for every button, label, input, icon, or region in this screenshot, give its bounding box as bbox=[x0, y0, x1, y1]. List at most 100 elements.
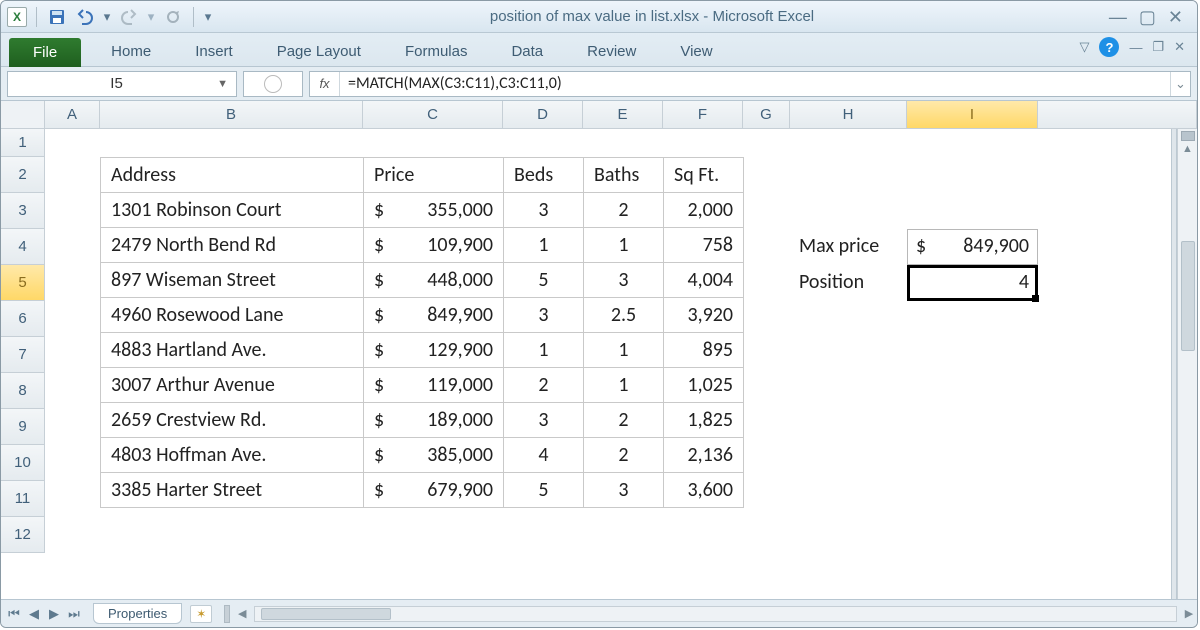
workbook-close-button[interactable]: ✕ bbox=[1174, 39, 1185, 55]
name-box[interactable]: I5 ▼ bbox=[7, 71, 237, 97]
name-box-dropdown-icon[interactable]: ▼ bbox=[217, 78, 228, 90]
cell-baths[interactable]: 1 bbox=[584, 333, 664, 368]
cell-baths[interactable]: 3 bbox=[584, 263, 664, 298]
formula-expand-icon[interactable]: ⌄ bbox=[1170, 72, 1190, 96]
cell-address[interactable]: 897 Wiseman Street bbox=[101, 263, 364, 298]
cell-baths[interactable]: 1 bbox=[584, 368, 664, 403]
cell-baths[interactable]: 3 bbox=[584, 473, 664, 508]
worksheet-grid[interactable]: ABCDEFGHI 123456789101112 Address Price … bbox=[1, 101, 1197, 599]
cell-address[interactable]: 3385 Harter Street bbox=[101, 473, 364, 508]
sheet-nav-last-icon[interactable]: ⏭ bbox=[65, 606, 83, 622]
close-button[interactable]: ✕ bbox=[1168, 7, 1183, 28]
col-header-E[interactable]: E bbox=[583, 101, 663, 129]
tab-page-layout[interactable]: Page Layout bbox=[255, 37, 383, 66]
row-header-5[interactable]: 5 bbox=[1, 265, 45, 301]
vertical-split-bar[interactable] bbox=[1171, 129, 1177, 599]
active-cell[interactable]: 4 bbox=[907, 265, 1038, 301]
cell-sqft[interactable]: 1,025 bbox=[664, 368, 744, 403]
undo-dropdown[interactable]: ▾ bbox=[102, 9, 112, 25]
cell-price[interactable]: $119,000 bbox=[364, 368, 504, 403]
cell-sqft[interactable]: 758 bbox=[664, 228, 744, 263]
hscroll-thumb[interactable] bbox=[261, 608, 391, 620]
undo-button[interactable] bbox=[74, 6, 96, 28]
repeat-button[interactable] bbox=[162, 6, 184, 28]
sheet-nav-prev-icon[interactable]: ◀ bbox=[25, 606, 43, 622]
tab-view[interactable]: View bbox=[658, 37, 734, 66]
cell-address[interactable]: 3007 Arthur Avenue bbox=[101, 368, 364, 403]
save-button[interactable] bbox=[46, 6, 68, 28]
cell-address[interactable]: 4960 Rosewood Lane bbox=[101, 298, 364, 333]
sheet-nav-buttons[interactable]: ⏮ ◀ ▶ ⏭ bbox=[1, 606, 87, 622]
cell-price[interactable]: $189,000 bbox=[364, 403, 504, 438]
tab-split-handle[interactable] bbox=[224, 605, 230, 623]
row-header-6[interactable]: 6 bbox=[1, 301, 45, 337]
row-header-7[interactable]: 7 bbox=[1, 337, 45, 373]
workbook-minimize-button[interactable]: — bbox=[1129, 40, 1142, 55]
row-header-12[interactable]: 12 bbox=[1, 517, 45, 553]
tab-home[interactable]: Home bbox=[89, 37, 173, 66]
row-header-2[interactable]: 2 bbox=[1, 157, 45, 193]
col-header-A[interactable]: A bbox=[45, 101, 100, 129]
workbook-restore-button[interactable]: ❐ bbox=[1152, 39, 1164, 55]
row-header-1[interactable]: 1 bbox=[1, 129, 45, 157]
cell-sqft[interactable]: 3,920 bbox=[664, 298, 744, 333]
cell-sqft[interactable]: 1,825 bbox=[664, 403, 744, 438]
sheet-nav-next-icon[interactable]: ▶ bbox=[45, 606, 63, 622]
cell-beds[interactable]: 5 bbox=[504, 263, 584, 298]
cell-baths[interactable]: 2 bbox=[584, 403, 664, 438]
row-header-4[interactable]: 4 bbox=[1, 229, 45, 265]
row-header-10[interactable]: 10 bbox=[1, 445, 45, 481]
cell-price[interactable]: $129,900 bbox=[364, 333, 504, 368]
split-handle-top[interactable] bbox=[1181, 131, 1195, 141]
cell-beds[interactable]: 3 bbox=[504, 193, 584, 228]
scroll-left-icon[interactable]: ◀ bbox=[234, 607, 250, 620]
cell-price[interactable]: $849,900 bbox=[364, 298, 504, 333]
scroll-up-icon[interactable]: ▲ bbox=[1182, 143, 1193, 161]
maximize-button[interactable]: ▢ bbox=[1139, 7, 1156, 28]
insert-function-icon[interactable] bbox=[264, 75, 282, 93]
cell-sqft[interactable]: 2,000 bbox=[664, 193, 744, 228]
cell-price[interactable]: $109,900 bbox=[364, 228, 504, 263]
cell-address[interactable]: 2659 Crestview Rd. bbox=[101, 403, 364, 438]
vertical-scrollbar[interactable]: ▲ bbox=[1177, 129, 1197, 599]
ribbon-minimize-icon[interactable]: ▽ bbox=[1079, 39, 1089, 55]
cell-beds[interactable]: 3 bbox=[504, 298, 584, 333]
new-sheet-button[interactable]: ✶ bbox=[190, 605, 212, 623]
cell-price[interactable]: $448,000 bbox=[364, 263, 504, 298]
cell-address[interactable]: 1301 Robinson Court bbox=[101, 193, 364, 228]
row-header-3[interactable]: 3 bbox=[1, 193, 45, 229]
col-header-B[interactable]: B bbox=[100, 101, 363, 129]
qat-customize-dropdown[interactable]: ▾ bbox=[203, 9, 213, 25]
col-header-I[interactable]: I bbox=[907, 101, 1038, 129]
redo-button[interactable] bbox=[118, 6, 140, 28]
col-header-D[interactable]: D bbox=[503, 101, 583, 129]
cell-sqft[interactable]: 3,600 bbox=[664, 473, 744, 508]
cell-baths[interactable]: 2 bbox=[584, 438, 664, 473]
cell-sqft[interactable]: 2,136 bbox=[664, 438, 744, 473]
cell-sqft[interactable]: 4,004 bbox=[664, 263, 744, 298]
col-header-C[interactable]: C bbox=[363, 101, 503, 129]
cell-beds[interactable]: 4 bbox=[504, 438, 584, 473]
tab-review[interactable]: Review bbox=[565, 37, 658, 66]
formula-input[interactable]: =MATCH(MAX(C3:C11),C3:C11,0) bbox=[340, 74, 1170, 93]
cell-beds[interactable]: 1 bbox=[504, 333, 584, 368]
row-header-11[interactable]: 11 bbox=[1, 481, 45, 517]
row-header-9[interactable]: 9 bbox=[1, 409, 45, 445]
cell-baths[interactable]: 2 bbox=[584, 193, 664, 228]
row-header-8[interactable]: 8 bbox=[1, 373, 45, 409]
cell-price[interactable]: $385,000 bbox=[364, 438, 504, 473]
cell-beds[interactable]: 5 bbox=[504, 473, 584, 508]
cell-address[interactable]: 2479 North Bend Rd bbox=[101, 228, 364, 263]
sheet-tab-properties[interactable]: Properties bbox=[93, 603, 182, 624]
scroll-right-icon[interactable]: ▶ bbox=[1181, 607, 1197, 620]
redo-dropdown[interactable]: ▾ bbox=[146, 9, 156, 25]
cell-address[interactable]: 4803 Hoffman Ave. bbox=[101, 438, 364, 473]
sheet-nav-first-icon[interactable]: ⏮ bbox=[5, 606, 23, 622]
col-header-F[interactable]: F bbox=[663, 101, 743, 129]
cells-area[interactable]: Address Price Beds Baths Sq Ft. 1301 Rob… bbox=[45, 129, 1197, 599]
col-header-G[interactable]: G bbox=[743, 101, 790, 129]
cell-price[interactable]: $355,000 bbox=[364, 193, 504, 228]
minimize-button[interactable]: — bbox=[1109, 7, 1127, 28]
scroll-thumb[interactable] bbox=[1181, 241, 1195, 351]
cell-price[interactable]: $679,900 bbox=[364, 473, 504, 508]
